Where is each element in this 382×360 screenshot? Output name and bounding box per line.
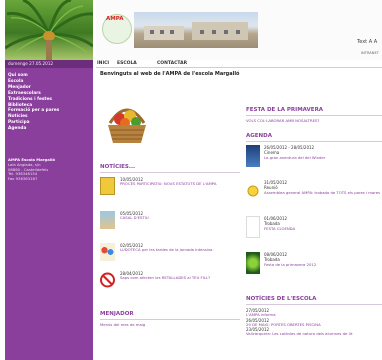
agenda-text[interactable]: FESTA CLOENDA xyxy=(264,226,382,231)
divider xyxy=(100,319,240,320)
cinema-poster-image xyxy=(246,145,260,167)
agenda-text[interactable]: Festa de la primavera 2012 xyxy=(264,262,382,267)
current-date: dumenge 27.05.2012 xyxy=(5,60,93,68)
news-title[interactable]: CASAL D'ESTIU xyxy=(120,215,238,220)
no-sign-icon xyxy=(100,272,115,288)
divider xyxy=(100,172,240,173)
menjador-title: MENJADOR xyxy=(100,311,134,317)
nav-escola[interactable]: ESCOLA xyxy=(117,60,137,68)
text-size-control[interactable]: Text A A xyxy=(357,39,377,45)
news-item[interactable]: 05/05/2012 CASAL D'ESTIU xyxy=(100,211,240,241)
fruit-basket-image xyxy=(104,101,150,149)
news-title[interactable]: LUDOTECA per les tardes de la jornada in… xyxy=(120,247,238,252)
folder-icon xyxy=(100,177,115,195)
divider xyxy=(246,141,382,142)
menus-link[interactable]: Menús del mes de maig xyxy=(100,322,145,327)
welcome-heading: Benvinguts al web de l'AMPA de l'escola … xyxy=(100,71,240,77)
divider xyxy=(246,115,382,116)
sidebar-item-agenda[interactable]: Agenda xyxy=(8,126,92,132)
palm-tree-image xyxy=(5,0,93,60)
escola-news-text[interactable]: Vallcàrquera: Les colònies de natura del… xyxy=(246,332,382,337)
top-nav: INICI ESCOLA CONTACTAR xyxy=(96,60,382,68)
agenda-item[interactable]: 08/06/2012 Trobada Festa de la primavera… xyxy=(246,252,382,282)
news-item[interactable]: 02/05/2012 LUDOTECA per les tardes de la… xyxy=(100,243,240,273)
news-title[interactable]: Saps com afecten les RETALLADES al TEU F… xyxy=(120,275,238,280)
divider xyxy=(246,304,382,305)
sidebar-menu: Qui som Escola Menjador Extraescolars Tr… xyxy=(8,73,92,132)
agenda-item[interactable]: 01/06/2012 Trobada FESTA CLOENDA xyxy=(246,216,382,246)
noticies-title: NOTÍCIES... xyxy=(100,164,136,170)
children-image xyxy=(100,243,115,261)
sidebar: dumenge 27.05.2012 Qui som Escola Menjad… xyxy=(5,0,93,360)
agenda-title: AGENDA xyxy=(246,133,272,139)
meeting-icon xyxy=(247,185,259,197)
school-photo xyxy=(134,12,258,48)
event-image xyxy=(246,216,260,238)
festa-title: FESTA DE LA PRIMAVERA xyxy=(246,107,324,113)
agenda-item[interactable]: 31/05/2012 Reunió Assemblea general AMPA… xyxy=(246,180,382,210)
contact-info: AMPA Escola Margalló Lola Anglada, s/n 0… xyxy=(8,157,92,182)
news-item[interactable]: 10/05/2012 PROCÉS PARTICIPATIU: NOUS EST… xyxy=(100,177,240,207)
contact-line: Fax 936363167 xyxy=(8,176,38,182)
agenda-item[interactable]: 26/05/2012 - 28/05/2012 Cinema La gran a… xyxy=(246,145,382,175)
news-title[interactable]: PROCÉS PARTICIPATIU: NOUS ESTATUTS DE L'… xyxy=(120,181,238,186)
escola-news-title: NOTÍCIES DE L'ESCOLA xyxy=(246,296,317,302)
agenda-text[interactable]: Assemblea general AMPA: trobada de TOTS … xyxy=(264,190,382,195)
nav-inici[interactable]: INICI xyxy=(97,60,109,68)
intranet-link[interactable]: INTRANET xyxy=(361,51,379,55)
agenda-text[interactable]: La gran aventura del del Winder xyxy=(264,155,382,160)
spring-festival-image xyxy=(246,252,260,274)
escola-news-list: 27/05/2012 L'AMPA informa 26/05/2012 29 … xyxy=(246,308,382,337)
header-banner: AMPA Text A A INTRANET xyxy=(96,0,382,60)
logo-text: AMPA xyxy=(106,16,124,22)
collaborate-link[interactable]: VOLS COL·LABORAR AMB NOSALTRES? xyxy=(246,118,319,123)
nav-contactar[interactable]: CONTACTAR xyxy=(157,60,187,68)
news-item[interactable]: 28/04/2012 Saps com afecten les RETALLAD… xyxy=(100,271,240,301)
summer-camp-image xyxy=(100,211,115,229)
